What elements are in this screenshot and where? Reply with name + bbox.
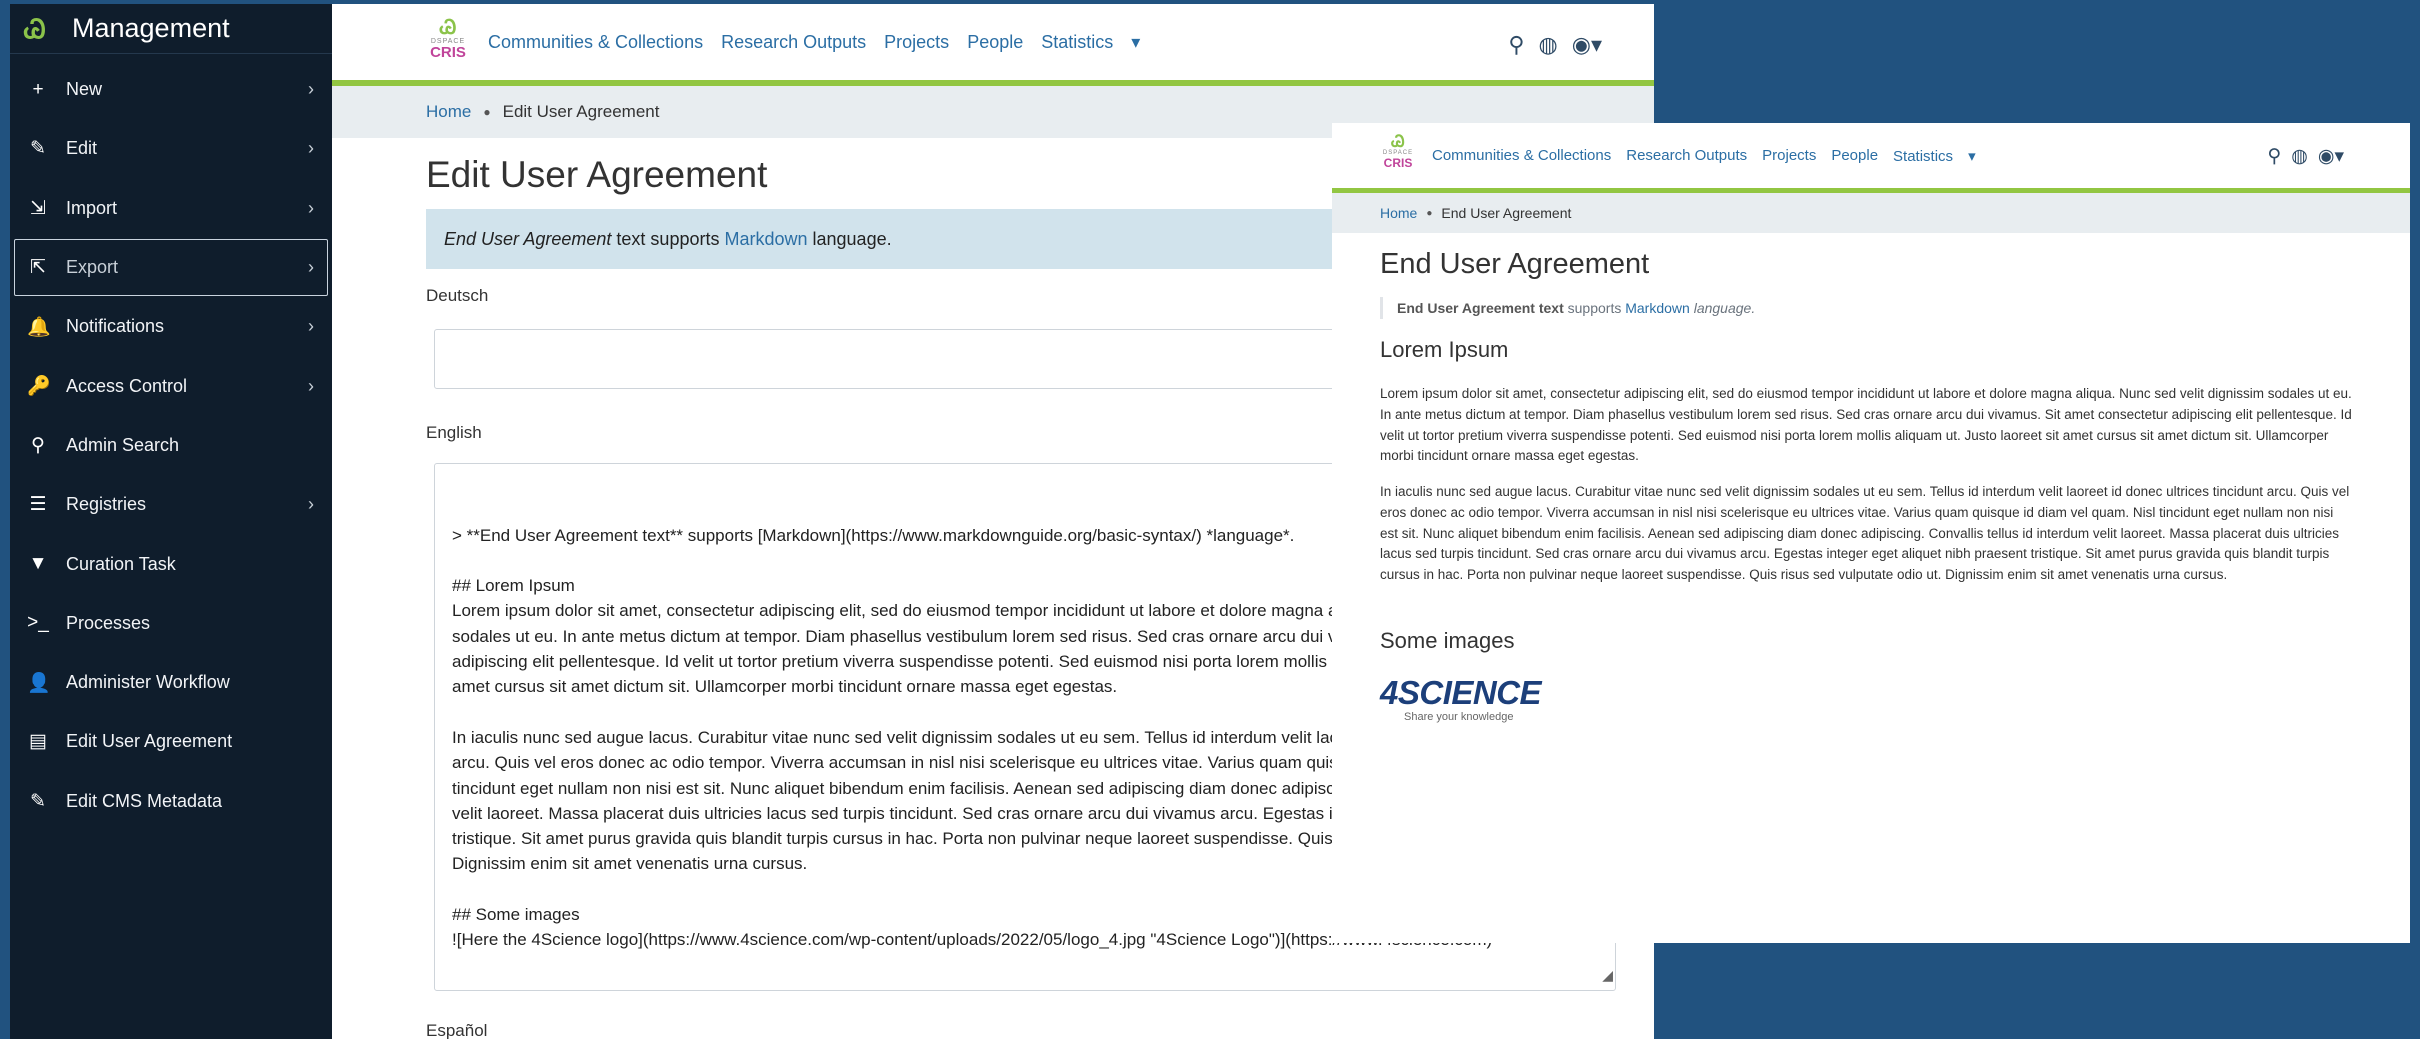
- edit-box-icon: ✎: [30, 790, 46, 812]
- sidebar-item-label: Notifications: [66, 316, 165, 337]
- end-user-agreement-preview-window: Ꮚ DSPACE CRIS Communities & Collections …: [1332, 123, 2410, 943]
- search-icon[interactable]: ⚲: [1508, 32, 1524, 58]
- search-icon[interactable]: ⚲: [2267, 145, 2281, 168]
- nav-link-communities[interactable]: Communities & Collections: [1432, 147, 1611, 165]
- filter-icon: ▼: [28, 553, 48, 575]
- sidebar-item-registries[interactable]: ☰ Registries ›: [10, 475, 332, 534]
- heading-some-images: Some images: [1380, 628, 1515, 653]
- label-english: English: [426, 423, 482, 442]
- sidebar-item-export[interactable]: ⇱ Export ›: [13, 238, 329, 297]
- nav-link-statistics[interactable]: Statistics ▾: [1893, 147, 1991, 165]
- export-icon: ⇱: [30, 257, 46, 279]
- sidebar-menu: + New › ✎ Edit › ⇲ Import › ⇱ Export › 🔔 Notification…: [10, 60, 332, 831]
- sidebar-item-label: Administer Workflow: [66, 672, 230, 693]
- sidebar-item-edit-cms-metadata[interactable]: ✎ Edit CMS Metadata: [10, 772, 332, 831]
- globe-icon[interactable]: ◍: [2291, 145, 2308, 168]
- sidebar-header[interactable]: Ꮚ Management: [10, 4, 332, 54]
- sidebar-title: Management: [72, 13, 230, 43]
- paragraph-2: In iaculis nunc sed augue lacus. Curabit…: [1380, 484, 2350, 583]
- admin-sidebar: Ꮚ Management + New › ✎ Edit › ⇲ Import › ⇱ Export ›…: [10, 4, 332, 1039]
- terminal-icon: >_: [27, 612, 49, 634]
- nav-link-research-outputs[interactable]: Research Outputs: [1626, 147, 1747, 165]
- sidebar-item-label: Registries: [66, 494, 147, 515]
- nav-link-people[interactable]: People: [1831, 147, 1878, 165]
- breadcrumb-separator: ●: [483, 105, 491, 119]
- list-icon: ☰: [29, 494, 47, 516]
- sidebar-item-edit-user-agreement[interactable]: ▤ Edit User Agreement: [10, 712, 332, 771]
- markdown-link[interactable]: Markdown: [724, 229, 807, 250]
- nav-link-research-outputs[interactable]: Research Outputs: [721, 32, 866, 53]
- preview-title: End User Agreement: [1380, 248, 1650, 280]
- preview-nav-links: Communities & Collections Research Outpu…: [1432, 147, 2006, 165]
- search-icon: ⚲: [31, 434, 45, 456]
- sidebar-item-label: Access Control: [66, 375, 188, 396]
- sidebar-item-label: Processes: [66, 612, 151, 633]
- pencil-icon: ✎: [30, 138, 46, 160]
- nav-link-people[interactable]: People: [967, 32, 1023, 53]
- nav-link-projects[interactable]: Projects: [884, 32, 949, 53]
- user-menu-icon[interactable]: ◉▾: [2318, 145, 2344, 168]
- chevron-right-icon: ›: [308, 494, 314, 515]
- breadcrumb-current: End User Agreement: [1441, 205, 1572, 221]
- chevron-right-icon: ›: [308, 138, 314, 159]
- sidebar-item-label: Admin Search: [66, 434, 180, 455]
- 4science-logo-image[interactable]: 4SCIENCE Share your knowledge: [1380, 676, 1560, 730]
- sidebar-item-curation-task[interactable]: ▼ Curation Task: [10, 534, 332, 593]
- sidebar-item-label: Export: [66, 257, 119, 278]
- nav-link-communities[interactable]: Communities & Collections: [488, 32, 703, 53]
- breadcrumb-home[interactable]: Home: [426, 102, 471, 122]
- document-icon: ▤: [29, 731, 47, 753]
- sidebar-item-label: Edit User Agreement: [66, 731, 233, 752]
- user-check-icon: 👤: [27, 672, 51, 694]
- breadcrumb-current: Edit User Agreement: [502, 102, 660, 121]
- preview-navbar: Ꮚ DSPACE CRIS Communities & Collections …: [1332, 123, 2410, 193]
- sidebar-item-notifications[interactable]: 🔔 Notifications ›: [10, 297, 332, 356]
- dspace-logo-icon: Ꮚ: [24, 13, 46, 44]
- sidebar-item-new[interactable]: + New ›: [10, 60, 332, 119]
- dspace-cris-logo[interactable]: Ꮚ DSPACE CRIS: [1380, 134, 1416, 176]
- sidebar-item-label: Curation Task: [66, 553, 176, 574]
- page-title: Edit User Agreement: [426, 154, 768, 195]
- main-navbar: Ꮚ DSPACE CRIS Communities & Collections …: [332, 4, 1654, 86]
- globe-icon[interactable]: ◍: [1539, 32, 1558, 58]
- chevron-down-icon: ▾: [1131, 31, 1141, 52]
- breadcrumb: Home ● End User Agreement: [1332, 193, 2410, 233]
- sidebar-item-edit[interactable]: ✎ Edit ›: [10, 119, 332, 178]
- markdown-link[interactable]: Markdown: [1625, 300, 1690, 316]
- user-menu-icon[interactable]: ◉▾: [1572, 32, 1602, 58]
- resize-handle-icon[interactable]: ◢: [1602, 963, 1613, 988]
- sidebar-item-label: Import: [66, 197, 118, 218]
- sidebar-item-access-control[interactable]: 🔑 Access Control ›: [10, 356, 332, 415]
- main-nav-links: Communities & Collections Research Outpu…: [488, 32, 1176, 53]
- bell-icon: 🔔: [27, 316, 51, 338]
- sidebar-item-import[interactable]: ⇲ Import ›: [10, 179, 332, 238]
- dspace-cris-logo[interactable]: Ꮚ DSPACE CRIS: [426, 18, 470, 65]
- import-icon: ⇲: [30, 197, 46, 219]
- sidebar-item-label: New: [66, 79, 103, 100]
- chevron-right-icon: ›: [308, 197, 314, 218]
- paragraph-1: Lorem ipsum dolor sit amet, consectetur …: [1380, 386, 2352, 464]
- breadcrumb-home[interactable]: Home: [1380, 205, 1417, 221]
- sidebar-item-label: Edit: [66, 138, 98, 159]
- nav-link-projects[interactable]: Projects: [1762, 147, 1816, 165]
- plus-icon: +: [32, 78, 44, 100]
- key-icon: 🔑: [27, 376, 51, 398]
- chevron-right-icon: ›: [308, 79, 314, 100]
- sidebar-item-administer-workflow[interactable]: 👤 Administer Workflow: [10, 653, 332, 712]
- label-espanol: Español: [426, 1021, 488, 1039]
- label-deutsch: Deutsch: [426, 286, 489, 305]
- preview-blockquote: End User Agreement text supports Markdow…: [1380, 297, 1755, 319]
- sidebar-item-admin-search[interactable]: ⚲ Admin Search: [10, 416, 332, 475]
- sidebar-item-processes[interactable]: >_ Processes: [10, 594, 332, 653]
- chevron-right-icon: ›: [308, 375, 314, 396]
- main-nav-icons: ⚲ ◍ ◉▾: [1508, 32, 1602, 58]
- chevron-down-icon: ▾: [1968, 147, 1976, 165]
- preview-nav-icons: ⚲ ◍ ◉▾: [2267, 145, 2344, 168]
- sidebar-item-label: Edit CMS Metadata: [66, 790, 223, 811]
- breadcrumb-separator: ●: [1426, 207, 1433, 219]
- chevron-right-icon: ›: [308, 316, 314, 337]
- heading-lorem-ipsum: Lorem Ipsum: [1380, 337, 1509, 362]
- chevron-right-icon: ›: [308, 257, 314, 278]
- nav-link-statistics[interactable]: Statistics ▾: [1041, 32, 1158, 53]
